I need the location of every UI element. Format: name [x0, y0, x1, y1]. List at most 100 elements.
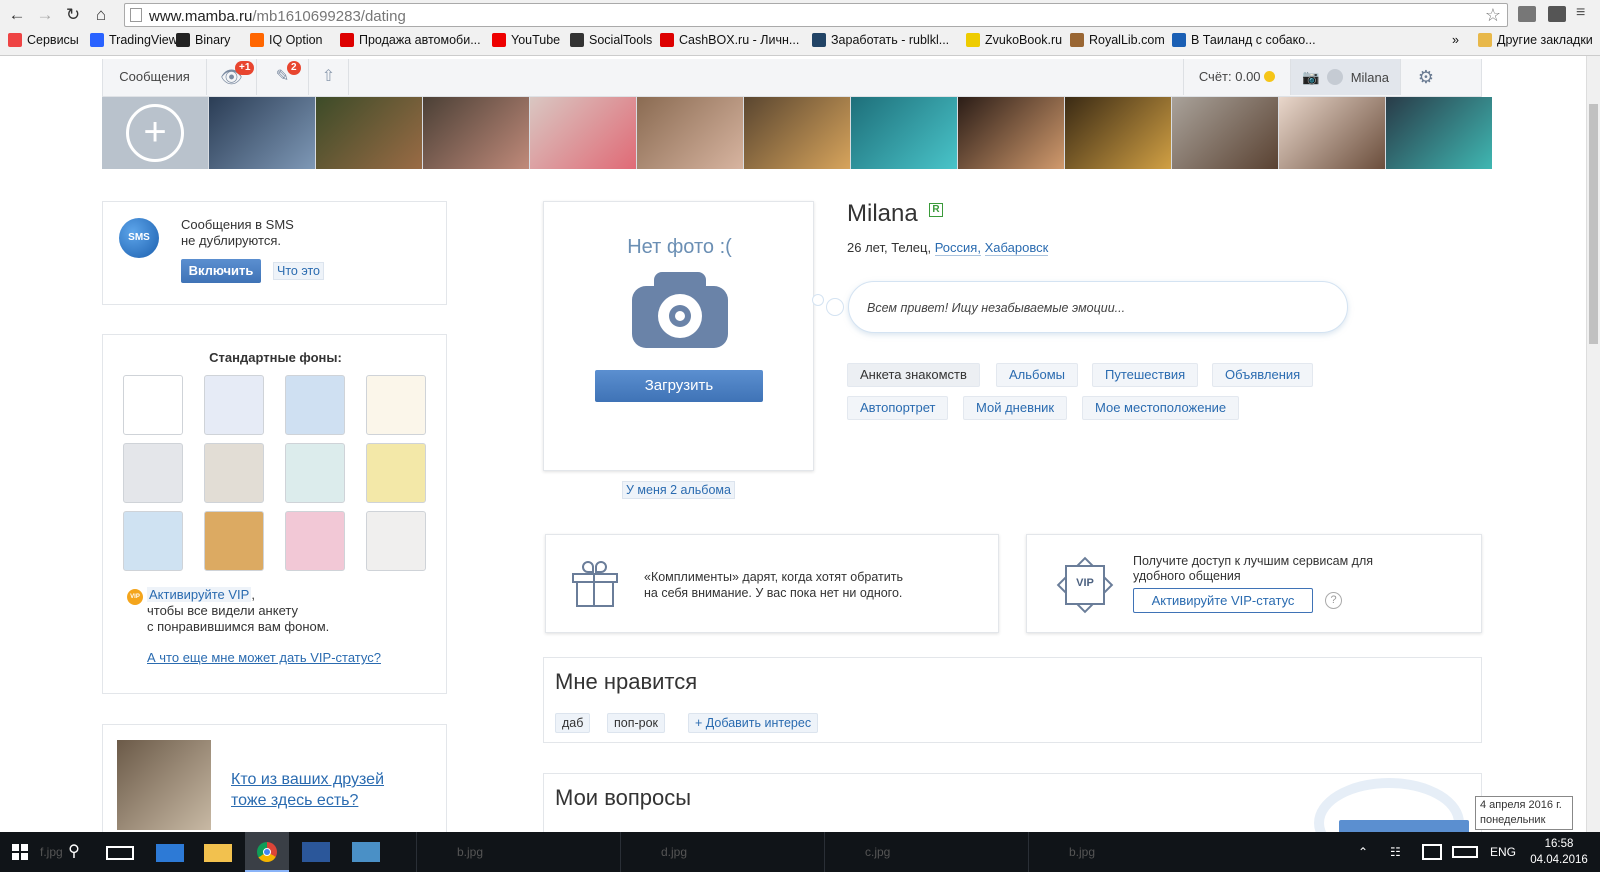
bookmark-item[interactable]: В Таиланд с собако... [1172, 33, 1316, 47]
background-tile[interactable] [123, 443, 183, 503]
replies-button[interactable]: ✎ 2 [257, 59, 309, 95]
upload-photo-button[interactable]: Загрузить [595, 370, 763, 402]
add-interest-link[interactable]: + Добавить интерес [688, 713, 819, 733]
activate-vip-button[interactable]: Активируйте VIP-статус [1133, 588, 1313, 613]
taskbar-file-item[interactable]: b.jpg [1028, 832, 1224, 872]
tab-ads[interactable]: Объявления [1212, 363, 1314, 387]
language-indicator[interactable]: ENG [1490, 832, 1516, 872]
home-icon[interactable]: ⌂ [90, 5, 112, 25]
user-thumb[interactable] [530, 97, 636, 169]
task-view-icon[interactable] [106, 846, 134, 860]
user-thumb[interactable] [637, 97, 743, 169]
user-thumb[interactable] [744, 97, 850, 169]
background-tile[interactable] [285, 443, 345, 503]
word-icon[interactable] [302, 842, 330, 862]
address-bar[interactable]: www.mamba.ru/mb1610699283/dating ☆ [124, 3, 1508, 27]
user-thumb[interactable] [316, 97, 422, 169]
gear-icon[interactable]: ⚙ [1401, 59, 1451, 95]
bookmark-item[interactable]: ZvukoBook.ru [966, 33, 1062, 47]
bookmark-item[interactable]: YouTube [492, 33, 560, 47]
add-photo-button[interactable]: + [102, 97, 208, 169]
views-button[interactable]: 👁 +1 [207, 59, 257, 95]
what-is-this-link[interactable]: Что это [273, 262, 324, 280]
store-icon[interactable] [156, 844, 184, 862]
user-thumb[interactable] [1279, 97, 1385, 169]
user-thumb[interactable] [958, 97, 1064, 169]
up-icon[interactable]: ⇧ [309, 59, 349, 95]
background-tile[interactable] [366, 375, 426, 435]
bookmark-item[interactable]: Заработать - rublkl... [812, 33, 949, 47]
country-link[interactable]: Россия, [934, 240, 981, 256]
taskbar-file-item[interactable]: b.jpg [416, 832, 612, 872]
taskbar-file-item[interactable]: f.jpg [22, 832, 63, 872]
scrollbar-thumb[interactable] [1589, 104, 1598, 344]
friends-card: Кто из ваших друзей тоже здесь есть? [102, 724, 447, 834]
background-tile[interactable] [204, 443, 264, 503]
enable-sms-button[interactable]: Включить [181, 259, 261, 283]
menu-icon[interactable]: ≡ [1576, 4, 1585, 22]
keyboard-icon[interactable] [1452, 846, 1478, 858]
other-bookmarks-folder[interactable]: Другие закладки [1478, 33, 1593, 47]
bookmark-item[interactable]: SocialTools [570, 33, 652, 47]
background-tile[interactable] [204, 375, 264, 435]
extension-icon[interactable] [1548, 6, 1566, 22]
extension-icon[interactable] [1518, 6, 1536, 22]
notifications-icon[interactable] [1422, 844, 1442, 860]
messages-button[interactable]: Сообщения [103, 59, 207, 95]
tab-self-portrait[interactable]: Автопортрет [847, 396, 949, 420]
file-explorer-icon[interactable] [204, 844, 232, 862]
user-thumb[interactable] [423, 97, 529, 169]
user-menu[interactable]: 📷 Milana [1291, 59, 1401, 95]
bookmark-item[interactable]: Сервисы [8, 33, 79, 47]
tab-albums[interactable]: Альбомы [996, 363, 1078, 387]
forward-icon[interactable]: → [34, 5, 56, 25]
background-tile[interactable] [366, 443, 426, 503]
user-thumb[interactable] [1386, 97, 1492, 169]
chevron-up-icon[interactable]: ⌃ [1358, 832, 1378, 872]
background-tile[interactable] [285, 511, 345, 571]
bookmark-item[interactable]: RoyalLib.com [1070, 33, 1165, 47]
background-tile[interactable] [123, 375, 183, 435]
clock[interactable]: 16:58 04.04.2016 [1526, 832, 1592, 872]
albums-link[interactable]: У меня 2 альбома [622, 481, 735, 499]
reload-icon[interactable]: ↻ [62, 5, 84, 25]
taskbar-file-item[interactable]: d.jpg [620, 832, 816, 872]
vip-more-link[interactable]: А что еще мне может дать VIP-статус? [147, 650, 381, 665]
user-thumb[interactable] [851, 97, 957, 169]
chrome-taskbar-item[interactable] [245, 832, 289, 872]
back-icon[interactable]: ← [6, 5, 28, 25]
interest-tag[interactable]: поп-рок [607, 713, 666, 733]
bookmark-label: ZvukoBook.ru [985, 33, 1063, 47]
interest-tag[interactable]: даб [555, 713, 591, 733]
bookmark-item[interactable]: IQ Option [250, 33, 323, 47]
user-thumb[interactable] [1065, 97, 1171, 169]
bookmark-star-icon[interactable]: ☆ [1485, 5, 1501, 26]
status-bubble[interactable]: Всем привет! Ищу незабываемые эмоции... [848, 281, 1348, 333]
tab-travel[interactable]: Путешествия [1092, 363, 1199, 387]
background-tile[interactable] [204, 511, 264, 571]
bookmarks-more-button[interactable]: » [1452, 33, 1459, 47]
background-tile[interactable] [123, 511, 183, 571]
bookmark-item[interactable]: Binary [176, 33, 230, 47]
help-icon[interactable]: ? [1325, 592, 1342, 609]
find-friends-link[interactable]: Кто из ваших друзей тоже здесь есть? [231, 769, 384, 811]
search-icon[interactable]: ⚲ [60, 832, 88, 872]
vip-promo: Активируйте VIP, чтобы все видели анкету… [147, 587, 330, 634]
bookmark-item[interactable]: CashBOX.ru - Личн... [660, 33, 799, 47]
app-icon[interactable] [352, 842, 380, 862]
tab-diary[interactable]: Мой дневник [963, 396, 1068, 420]
bookmark-item[interactable]: Продажа автомоби... [340, 33, 481, 47]
balance[interactable]: Счёт: 0.00 [1183, 59, 1291, 95]
tab-dating-profile[interactable]: Анкета знакомств [847, 363, 980, 387]
network-icon[interactable]: ☷ [1390, 832, 1410, 872]
taskbar-file-item[interactable]: c.jpg [824, 832, 1020, 872]
user-thumb[interactable] [209, 97, 315, 169]
background-tile[interactable] [285, 375, 345, 435]
activate-vip-link[interactable]: Активируйте VIP [147, 587, 252, 602]
page-scrollbar[interactable] [1586, 56, 1600, 832]
user-thumb[interactable] [1172, 97, 1278, 169]
bookmark-item[interactable]: TradingView [90, 33, 178, 47]
tab-my-location[interactable]: Мое местоположение [1082, 396, 1240, 420]
city-link[interactable]: Хабаровск [984, 240, 1049, 256]
background-tile[interactable] [366, 511, 426, 571]
